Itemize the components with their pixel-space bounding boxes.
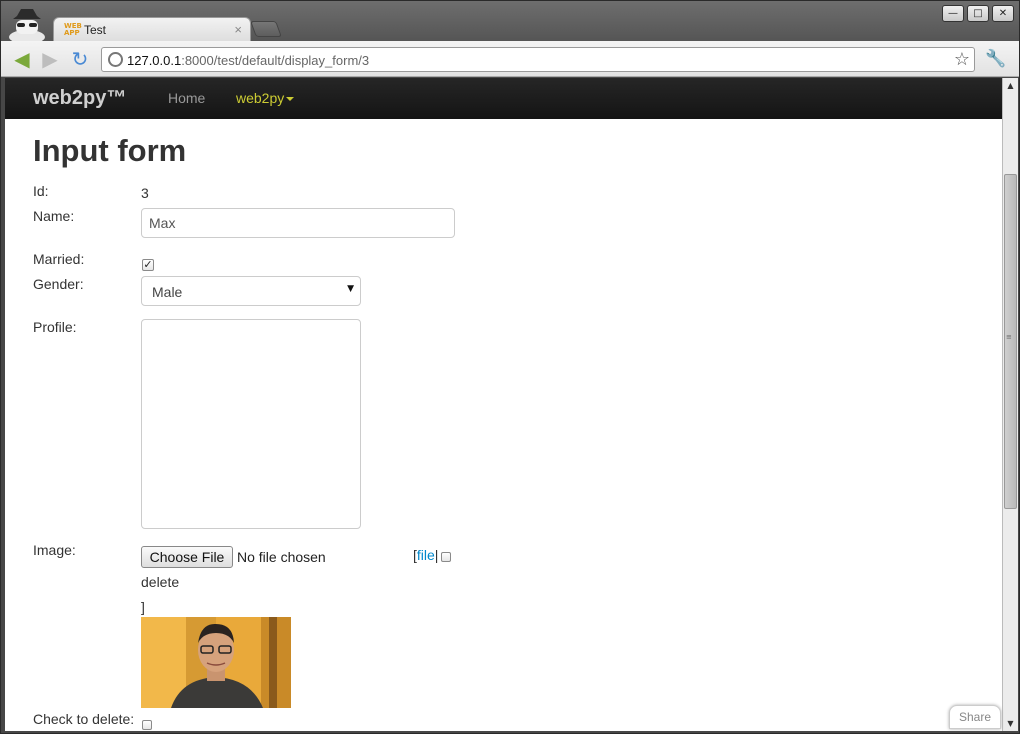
brand-logo[interactable]: web2py™ — [33, 87, 126, 110]
scroll-up-icon[interactable]: ▲ — [1003, 78, 1018, 93]
uploaded-image — [141, 617, 291, 708]
scrollbar-thumb[interactable] — [1004, 174, 1017, 509]
address-bar[interactable]: 127.0.0.1:8000/test/default/display_form… — [101, 47, 975, 72]
close-bracket: ] — [141, 599, 145, 615]
reload-icon[interactable]: ↻ — [69, 48, 91, 70]
name-label: Name: — [33, 208, 75, 224]
file-link-group: [file| — [413, 547, 439, 563]
caret-down-icon — [286, 97, 295, 102]
maximize-button[interactable]: □ — [967, 5, 989, 22]
tab-test[interactable]: WEB APP Test × — [53, 17, 251, 43]
profile-label: Profile: — [33, 319, 77, 335]
back-arrow-icon[interactable]: ◀ — [11, 48, 33, 70]
dropdown-arrow-icon: ▼ — [347, 284, 354, 294]
browser-window: WEB APP Test × — □ ✕ ◀ ▶ ↻ 127.0.0.1:8000… — [0, 0, 1020, 734]
tab-title: Test — [84, 23, 107, 37]
gender-select[interactable]: Male ▼ — [141, 276, 361, 306]
web2py-app-icon: WEB APP — [64, 22, 82, 37]
minimize-button[interactable]: — — [942, 5, 964, 22]
gender-label: Gender: — [33, 276, 84, 292]
new-tab-button[interactable] — [250, 21, 282, 37]
nav-home-link[interactable]: Home — [168, 90, 205, 106]
delete-label: delete — [141, 574, 180, 590]
delete-image-checkbox[interactable] — [441, 552, 451, 562]
check-to-delete-label: Check to delete: — [33, 711, 135, 727]
id-label: Id: — [33, 183, 49, 199]
wrench-icon[interactable]: 🔧 — [985, 49, 1006, 69]
globe-icon — [108, 52, 123, 67]
vertical-scrollbar[interactable]: ▲ ≡ ▼ — [1002, 78, 1018, 731]
url-text[interactable]: 127.0.0.1:8000/test/default/display_form… — [127, 53, 369, 68]
top-navbar: web2py™ Home web2py — [5, 78, 1002, 119]
close-window-button[interactable]: ✕ — [992, 5, 1014, 22]
browser-toolbar: ◀ ▶ ↻ 127.0.0.1:8000/test/default/displa… — [1, 41, 1019, 77]
id-value: 3 — [141, 185, 149, 201]
page-viewport: web2py™ Home web2py Input form Id: 3 Nam… — [5, 78, 1002, 731]
tab-strip: WEB APP Test × — □ ✕ — [1, 1, 1019, 43]
share-button[interactable]: Share — [949, 705, 1001, 729]
married-label: Married: — [33, 251, 85, 267]
file-link[interactable]: file — [417, 547, 435, 563]
tab-close-icon[interactable]: × — [234, 22, 242, 37]
forward-arrow-icon[interactable]: ▶ — [39, 48, 61, 70]
married-checkbox[interactable]: ✓ — [142, 259, 154, 271]
check-to-delete-checkbox[interactable] — [142, 720, 152, 730]
name-input[interactable]: Max — [141, 208, 455, 238]
incognito-icon — [9, 9, 45, 41]
nav-web2py-dropdown[interactable]: web2py — [236, 90, 295, 106]
page-title: Input form — [33, 133, 187, 168]
profile-textarea[interactable] — [141, 319, 361, 529]
scroll-grip-icon: ≡ — [1006, 333, 1012, 341]
scroll-down-icon[interactable]: ▼ — [1003, 716, 1018, 731]
choose-file-button[interactable]: Choose File — [141, 546, 233, 568]
bookmark-star-icon[interactable]: ☆ — [954, 49, 970, 70]
no-file-chosen-text: No file chosen — [237, 549, 326, 565]
gender-selected-value: Male — [152, 284, 183, 300]
image-label: Image: — [33, 542, 76, 558]
